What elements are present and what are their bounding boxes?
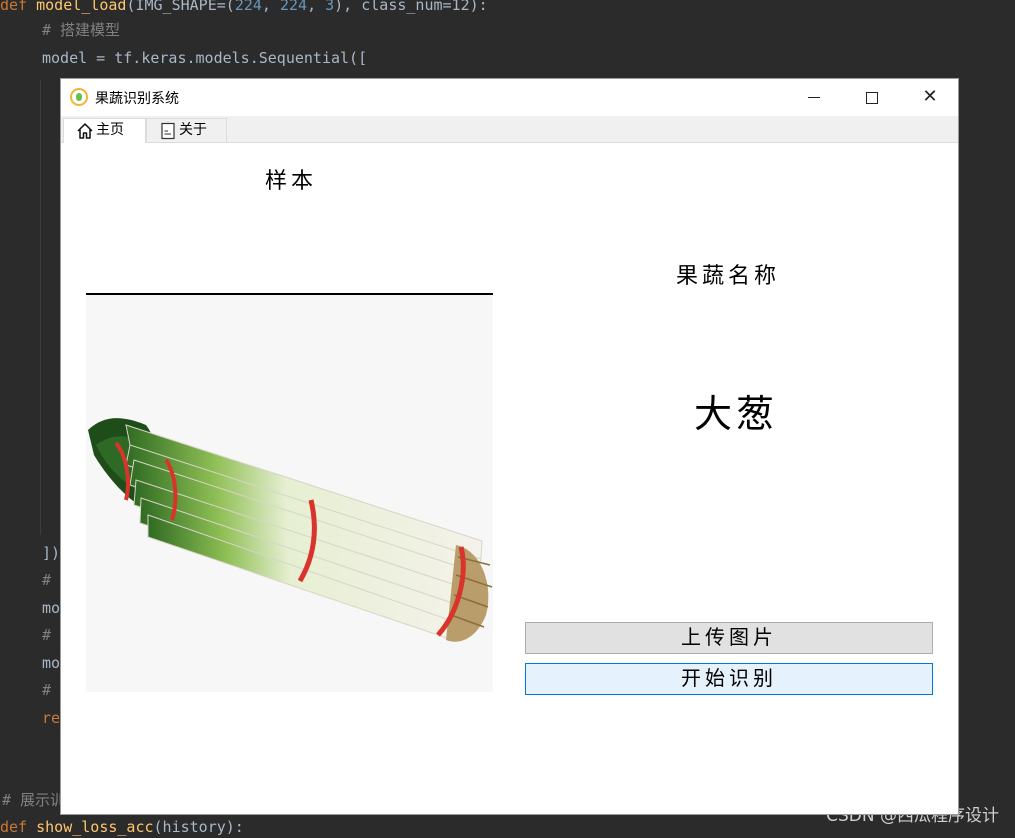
- title-bar[interactable]: 果蔬识别系统 ✕: [61, 79, 958, 116]
- fruit-name-label: 果蔬名称: [676, 264, 781, 289]
- code-line-comment-2: #: [42, 626, 52, 644]
- code-comment-build-model: # 搭建模型: [42, 21, 121, 39]
- home-icon: [77, 123, 93, 139]
- code-line-comment-3: #: [42, 681, 52, 699]
- close-icon: ✕: [922, 86, 938, 107]
- window-title: 果蔬识别系统: [95, 91, 179, 107]
- close-button[interactable]: ✕: [901, 79, 959, 116]
- code-line-sequential: model = tf.keras.models.Sequential([: [42, 49, 368, 67]
- code-line-close-bracket: ]): [42, 544, 61, 562]
- code-line-model-1: mo: [42, 599, 61, 617]
- minimize-icon: [808, 97, 820, 98]
- maximize-button[interactable]: [843, 79, 901, 116]
- code-line-def-model-load: def model_load(IMG_SHAPE=(224, 224, 3), …: [0, 0, 488, 14]
- tab-bar: 主页 关于: [61, 116, 958, 143]
- sample-image: [86, 295, 493, 692]
- app-fruit-icon: [70, 88, 88, 106]
- code-line-model-2: mo: [42, 654, 61, 672]
- code-line-return: re: [42, 709, 61, 727]
- minimize-button[interactable]: [785, 79, 843, 116]
- start-recognition-button[interactable]: 开始识别: [525, 663, 933, 695]
- code-comment-show: # 展示训: [2, 791, 66, 809]
- code-line-comment-1: #: [42, 571, 52, 589]
- app-window: 果蔬识别系统 ✕ 主页 关于 样本 果蔬名称 大葱 上传图片 开始识别: [60, 78, 959, 815]
- tab-about-label: 关于: [179, 122, 207, 138]
- tab-home[interactable]: 主页: [63, 118, 146, 143]
- upload-image-button[interactable]: 上传图片: [525, 622, 933, 654]
- recognition-result: 大葱: [694, 392, 779, 436]
- green-onion-illustration: [88, 418, 493, 642]
- indent-guide: [40, 80, 41, 535]
- maximize-icon: [866, 91, 878, 104]
- code-line-def-show-loss: def show_loss_acc(history):: [0, 818, 244, 836]
- home-page: 样本 果蔬名称 大葱 上传图片 开始识别: [61, 143, 958, 814]
- sample-label: 样本: [265, 169, 318, 194]
- tab-home-label: 主页: [96, 122, 124, 138]
- tab-about[interactable]: 关于: [146, 118, 227, 143]
- document-icon: [161, 122, 175, 140]
